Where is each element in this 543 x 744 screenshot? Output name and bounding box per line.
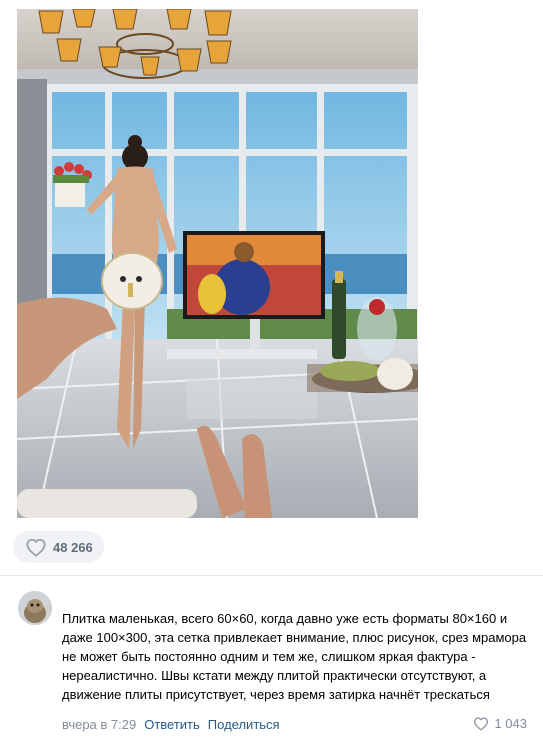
reply-button[interactable]: Ответить <box>144 717 200 732</box>
avatar[interactable] <box>18 591 52 625</box>
post-photo-illustration <box>17 9 418 518</box>
comment-meta: вчера в 7:29 Ответить Поделиться <box>62 717 280 732</box>
post-photo[interactable] <box>17 9 418 518</box>
avatar-image <box>18 591 52 625</box>
heart-outline-icon <box>26 538 46 557</box>
comment-likes-count: 1 043 <box>494 716 527 731</box>
comment-timestamp[interactable]: вчера в 7:29 <box>62 717 136 732</box>
comment-like-button[interactable]: 1 043 <box>473 716 527 731</box>
comment-text: Плитка маленькая, всего 60×60, когда дав… <box>62 611 527 702</box>
post-like-button[interactable]: 48 266 <box>13 531 104 563</box>
post-likes-count: 48 266 <box>53 539 93 555</box>
post-comments-divider <box>0 575 543 576</box>
heart-outline-icon <box>474 717 489 731</box>
share-button[interactable]: Поделиться <box>208 717 280 732</box>
